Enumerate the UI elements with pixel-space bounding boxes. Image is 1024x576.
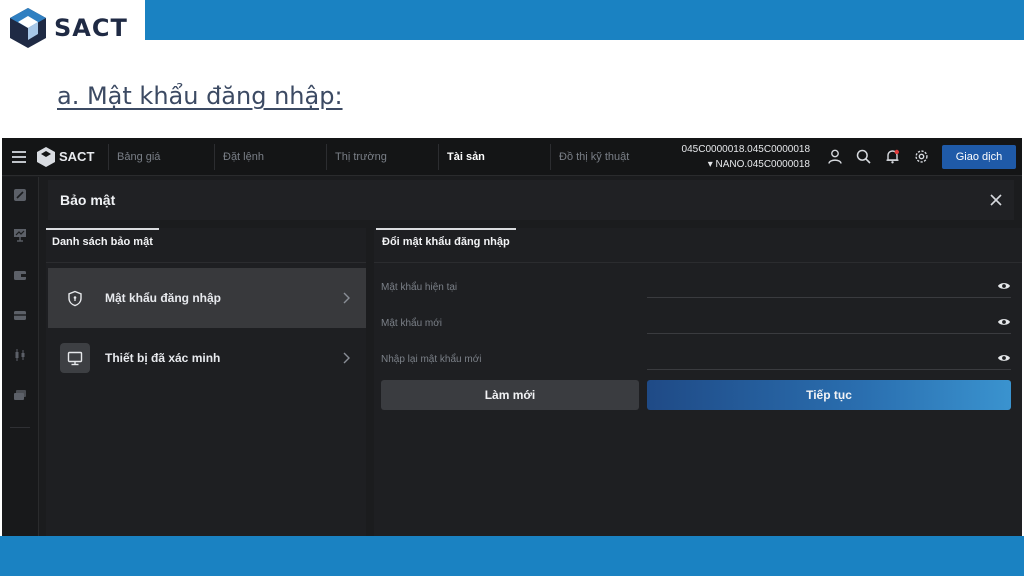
slide-brand-text: SACT [54,14,128,42]
chevron-right-icon [343,352,350,364]
card-icon[interactable] [12,307,28,323]
list-item-label: Thiết bị đã xác minh [105,351,221,365]
nav-tab-thi-truong[interactable]: Thị trường [326,143,438,170]
candlestick-icon[interactable] [12,347,28,363]
list-item-label: Mật khẩu đăng nhập [105,291,222,305]
rail-divider [10,427,30,428]
layers-icon[interactable] [12,387,28,403]
sact-cube-logo-icon [10,8,46,48]
nav-tab-do-thi-ky-thuat[interactable]: Đồ thị kỹ thuật [550,143,662,170]
bell-icon[interactable] [878,149,907,164]
account-selector[interactable]: 045C0000018.045C0000018 ▾ NANO.045C00000… [670,142,810,172]
nav-tab-tai-san[interactable]: Tài sản [438,143,550,170]
top-band [0,0,1024,40]
eye-icon[interactable] [997,280,1011,292]
new-password-label: Mật khẩu mới [381,318,443,329]
bottom-band [0,536,1024,576]
list-item-verified-devices[interactable]: Thiết bị đã xác minh [48,328,366,388]
menu-icon[interactable] [2,150,36,163]
divider [374,262,1022,263]
slide: SACT a. Mật khẩu đăng nhập: SACT Bảng gi… [0,0,1024,576]
new-password-row: Mật khẩu mới [381,310,1011,336]
confirm-password-input[interactable] [647,346,1011,370]
change-password-pane: Đổi mật khẩu đăng nhập Mật khẩu hiện tại… [374,228,1022,536]
left-rail [2,177,39,536]
change-password-header: Đổi mật khẩu đăng nhập [376,228,516,254]
close-icon[interactable] [988,192,1004,208]
chart-board-icon[interactable] [12,227,28,243]
wallet-icon[interactable] [12,267,28,283]
app-logo[interactable]: SACT [36,146,108,168]
app-cube-logo-icon [37,146,55,167]
continue-button[interactable]: Tiếp tục [647,380,1011,410]
new-password-input[interactable] [647,310,1011,334]
gear-icon[interactable] [907,149,936,164]
notification-dot [894,149,899,155]
nav-tab-dat-lenh[interactable]: Đặt lệnh [214,143,326,170]
user-icon[interactable] [820,149,849,164]
header-icons [820,149,936,164]
divider [46,262,366,263]
account-sub-id: ▾ NANO.045C0000018 [707,158,810,170]
app-window: SACT Bảng giá Đặt lệnh Thị trường Tài sả… [2,138,1022,536]
eye-icon[interactable] [997,316,1011,328]
nav-tab-bang-gia[interactable]: Bảng giá [108,143,214,170]
search-icon[interactable] [849,149,878,164]
list-item-login-password[interactable]: Mật khẩu đăng nhập [48,268,366,328]
app-header: SACT Bảng giá Đặt lệnh Thị trường Tài sả… [2,138,1022,176]
monitor-icon [60,343,90,373]
slide-logo: SACT [0,0,145,56]
shield-icon [60,283,90,313]
slide-heading: a. Mật khẩu đăng nhập: [57,82,343,110]
panel-title: Bảo mật [60,192,116,208]
trade-button[interactable]: Giao dịch [942,144,1016,169]
eye-icon[interactable] [997,352,1011,364]
chevron-right-icon [343,292,350,304]
current-password-label: Mật khẩu hiện tại [381,282,458,293]
current-password-input[interactable] [647,274,1011,298]
panel-title-bar: Bảo mật [48,180,1014,220]
reset-button[interactable]: Làm mới [381,380,639,410]
security-list-pane: Danh sách bảo mật Mật khẩu đăng nhập Thi… [46,228,366,536]
confirm-password-label: Nhập lại mật khẩu mới [381,354,482,365]
pencil-icon[interactable] [12,187,28,203]
app-brand-text: SACT [59,149,95,164]
current-password-row: Mật khẩu hiện tại [381,274,1011,300]
account-id: 045C0000018.045C0000018 [681,143,810,155]
confirm-password-row: Nhập lại mật khẩu mới [381,346,1011,372]
security-list-header: Danh sách bảo mật [46,228,159,254]
